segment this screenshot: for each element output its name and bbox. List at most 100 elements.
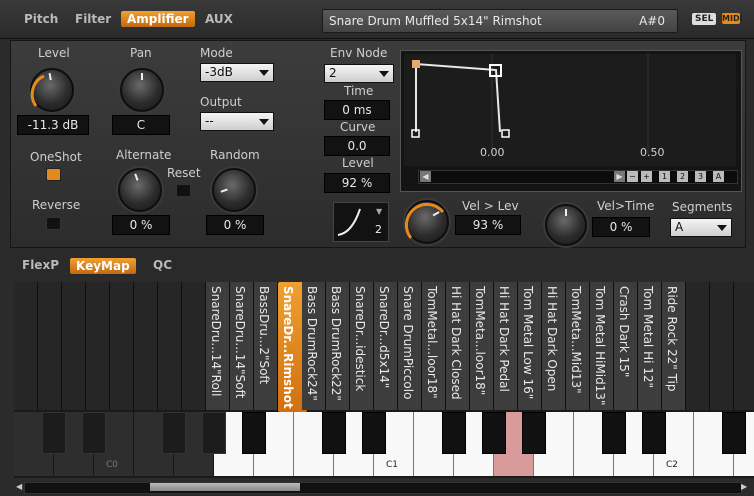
env-select-button-1[interactable]: 1 — [659, 171, 670, 182]
tab-aux[interactable]: AUX — [205, 12, 233, 26]
piano-black-key[interactable] — [202, 412, 226, 454]
segments-dropdown[interactable]: A — [670, 218, 732, 237]
reset-button[interactable] — [176, 184, 191, 197]
keymap-slot[interactable]: TomMeta...Mid13" — [566, 282, 590, 410]
env-node-end[interactable] — [501, 129, 510, 138]
keymap-slot-empty[interactable] — [158, 282, 182, 410]
piano-black-key[interactable] — [42, 412, 66, 454]
envelope-scrollbar[interactable] — [418, 170, 738, 184]
scroll-left-icon[interactable]: ◀ — [16, 482, 24, 492]
piano-black-key[interactable] — [162, 412, 186, 454]
keymap-slot-label: Bass DrumRock24" — [305, 286, 319, 401]
piano-black-key[interactable] — [362, 412, 386, 454]
keymap-slot[interactable]: Hi Hat Dark Closed — [446, 282, 470, 410]
keymap-slot[interactable]: SnareDr...d5x14" — [374, 282, 398, 410]
keymap-slot[interactable]: Tom Metal Low 16" — [518, 282, 542, 410]
sel-button[interactable]: SEL — [692, 13, 717, 25]
keymap-slot[interactable]: Hi Hat Dark Pedal — [494, 282, 518, 410]
alternate-value[interactable]: 0 % — [112, 215, 170, 235]
keymap-slot[interactable]: Tom Metal Hi 12" — [638, 282, 662, 410]
piano-black-key[interactable] — [242, 412, 266, 454]
env-node-label: Env Node — [330, 46, 388, 60]
keymap-slot[interactable]: Crash Dark 15" — [614, 282, 638, 410]
tab-pitch[interactable]: Pitch — [24, 12, 58, 26]
curve-shape-selector[interactable]: 2 ▼ — [333, 202, 389, 242]
instrument-name-display: Snare Drum Muffled 5x14" Rimshot A#0 — [322, 9, 678, 33]
keymap-slot-empty[interactable] — [182, 282, 206, 410]
env-node-1[interactable] — [412, 60, 420, 68]
segments-value: A — [675, 220, 684, 234]
time-value[interactable]: 0 ms — [324, 100, 390, 120]
keymap-slot-label: SnareDr...idestick — [353, 286, 367, 392]
piano-black-key[interactable] — [482, 412, 506, 454]
segments-label: Segments — [672, 200, 733, 214]
keymap-slot[interactable]: BassDru...2"Soft — [254, 282, 278, 410]
keymap-slot-empty[interactable] — [734, 282, 754, 410]
piano-black-key[interactable] — [442, 412, 466, 454]
tab-keymap[interactable]: KeyMap — [70, 258, 136, 274]
env-select-button-2[interactable]: 2 — [677, 171, 688, 182]
instrument-name: Snare Drum Muffled 5x14" Rimshot — [329, 14, 542, 28]
curve-value[interactable]: 0.0 — [324, 136, 390, 156]
vel-lev-value[interactable]: 93 % — [455, 215, 521, 235]
env-node-dropdown[interactable]: 2 — [324, 64, 394, 83]
tab-filter[interactable]: Filter — [75, 12, 111, 26]
piano-black-key[interactable] — [642, 412, 666, 454]
keymap-slot-empty[interactable] — [86, 282, 110, 410]
keymap-slot-empty[interactable] — [686, 282, 710, 410]
reverse-toggle[interactable] — [46, 217, 61, 230]
keymap-slot-empty[interactable] — [710, 282, 734, 410]
scroll-right-icon[interactable]: ▶ — [741, 482, 749, 492]
mode-label: Mode — [200, 46, 233, 60]
keymap-slot[interactable]: Bass DrumRock24" — [302, 282, 326, 410]
keymap-slot[interactable]: Ride Rock 22" Tip — [662, 282, 686, 410]
keymap-slot[interactable]: TomMetal...loor18" — [422, 282, 446, 410]
keymap-slot-empty[interactable] — [38, 282, 62, 410]
env-level-value[interactable]: 92 % — [324, 173, 390, 193]
keymap-scrollbar[interactable] — [24, 482, 742, 494]
zoom-in-icon[interactable]: + — [641, 171, 652, 182]
tab-amplifier[interactable]: Amplifier — [121, 11, 195, 27]
mode-dropdown[interactable]: -3dB — [200, 63, 274, 82]
piano-black-key[interactable] — [722, 412, 746, 454]
env-select-button-a[interactable]: A — [713, 171, 724, 182]
piano-black-key[interactable] — [82, 412, 106, 454]
oneshot-toggle[interactable] — [46, 168, 61, 181]
vel-time-knob[interactable] — [545, 204, 587, 246]
vel-time-value[interactable]: 0 % — [592, 217, 650, 237]
piano-black-key[interactable] — [602, 412, 626, 454]
keymap-slot-empty[interactable] — [110, 282, 134, 410]
piano-black-key[interactable] — [322, 412, 346, 454]
random-value[interactable]: 0 % — [206, 215, 264, 235]
keymap-slot[interactable]: SnareDru...14"Roll — [206, 282, 230, 410]
keymap-slot-empty[interactable] — [14, 282, 38, 410]
keymap-slot[interactable]: Tom Metal HiMid13" — [590, 282, 614, 410]
midi-icon[interactable]: MIDI — [722, 13, 743, 24]
scroll-left-icon[interactable]: ◀ — [420, 171, 431, 182]
level-value[interactable]: -11.3 dB — [17, 115, 89, 135]
scroll-right-icon[interactable]: ▶ — [614, 171, 625, 182]
tab-qc[interactable]: QC — [153, 258, 172, 272]
tab-flexp[interactable]: FlexP — [22, 258, 59, 272]
output-dropdown[interactable]: -- — [200, 112, 274, 131]
keymap-slot[interactable]: Hi Hat Dark Open — [542, 282, 566, 410]
keymap-slot[interactable]: TomMeta...loor18" — [470, 282, 494, 410]
pan-knob[interactable] — [120, 68, 164, 112]
keymap-slot[interactable]: SnareDru...14"Soft — [230, 282, 254, 410]
keymap-scroll-thumb[interactable] — [150, 483, 300, 491]
keymap-slot[interactable]: Snare DrumPiccolo — [398, 282, 422, 410]
zoom-out-icon[interactable]: − — [627, 171, 638, 182]
alternate-knob[interactable] — [118, 168, 162, 212]
envelope-graph[interactable] — [404, 54, 736, 166]
keymap-slot[interactable]: SnareDr...idestick — [350, 282, 374, 410]
pan-value[interactable]: C — [112, 115, 170, 135]
keymap-slot-empty[interactable] — [134, 282, 158, 410]
axis-label-0: 0.00 — [480, 146, 505, 159]
vel-lev-knob-arc — [404, 202, 445, 239]
piano-black-key[interactable] — [522, 412, 546, 454]
keymap-slot[interactable]: Bass DrumRock22" — [326, 282, 350, 410]
keymap-slot-empty[interactable] — [62, 282, 86, 410]
env-select-button-3[interactable]: 3 — [695, 171, 706, 182]
keymap-slot-label: Tom Metal Hi 12" — [641, 286, 655, 389]
random-knob[interactable] — [212, 168, 256, 212]
